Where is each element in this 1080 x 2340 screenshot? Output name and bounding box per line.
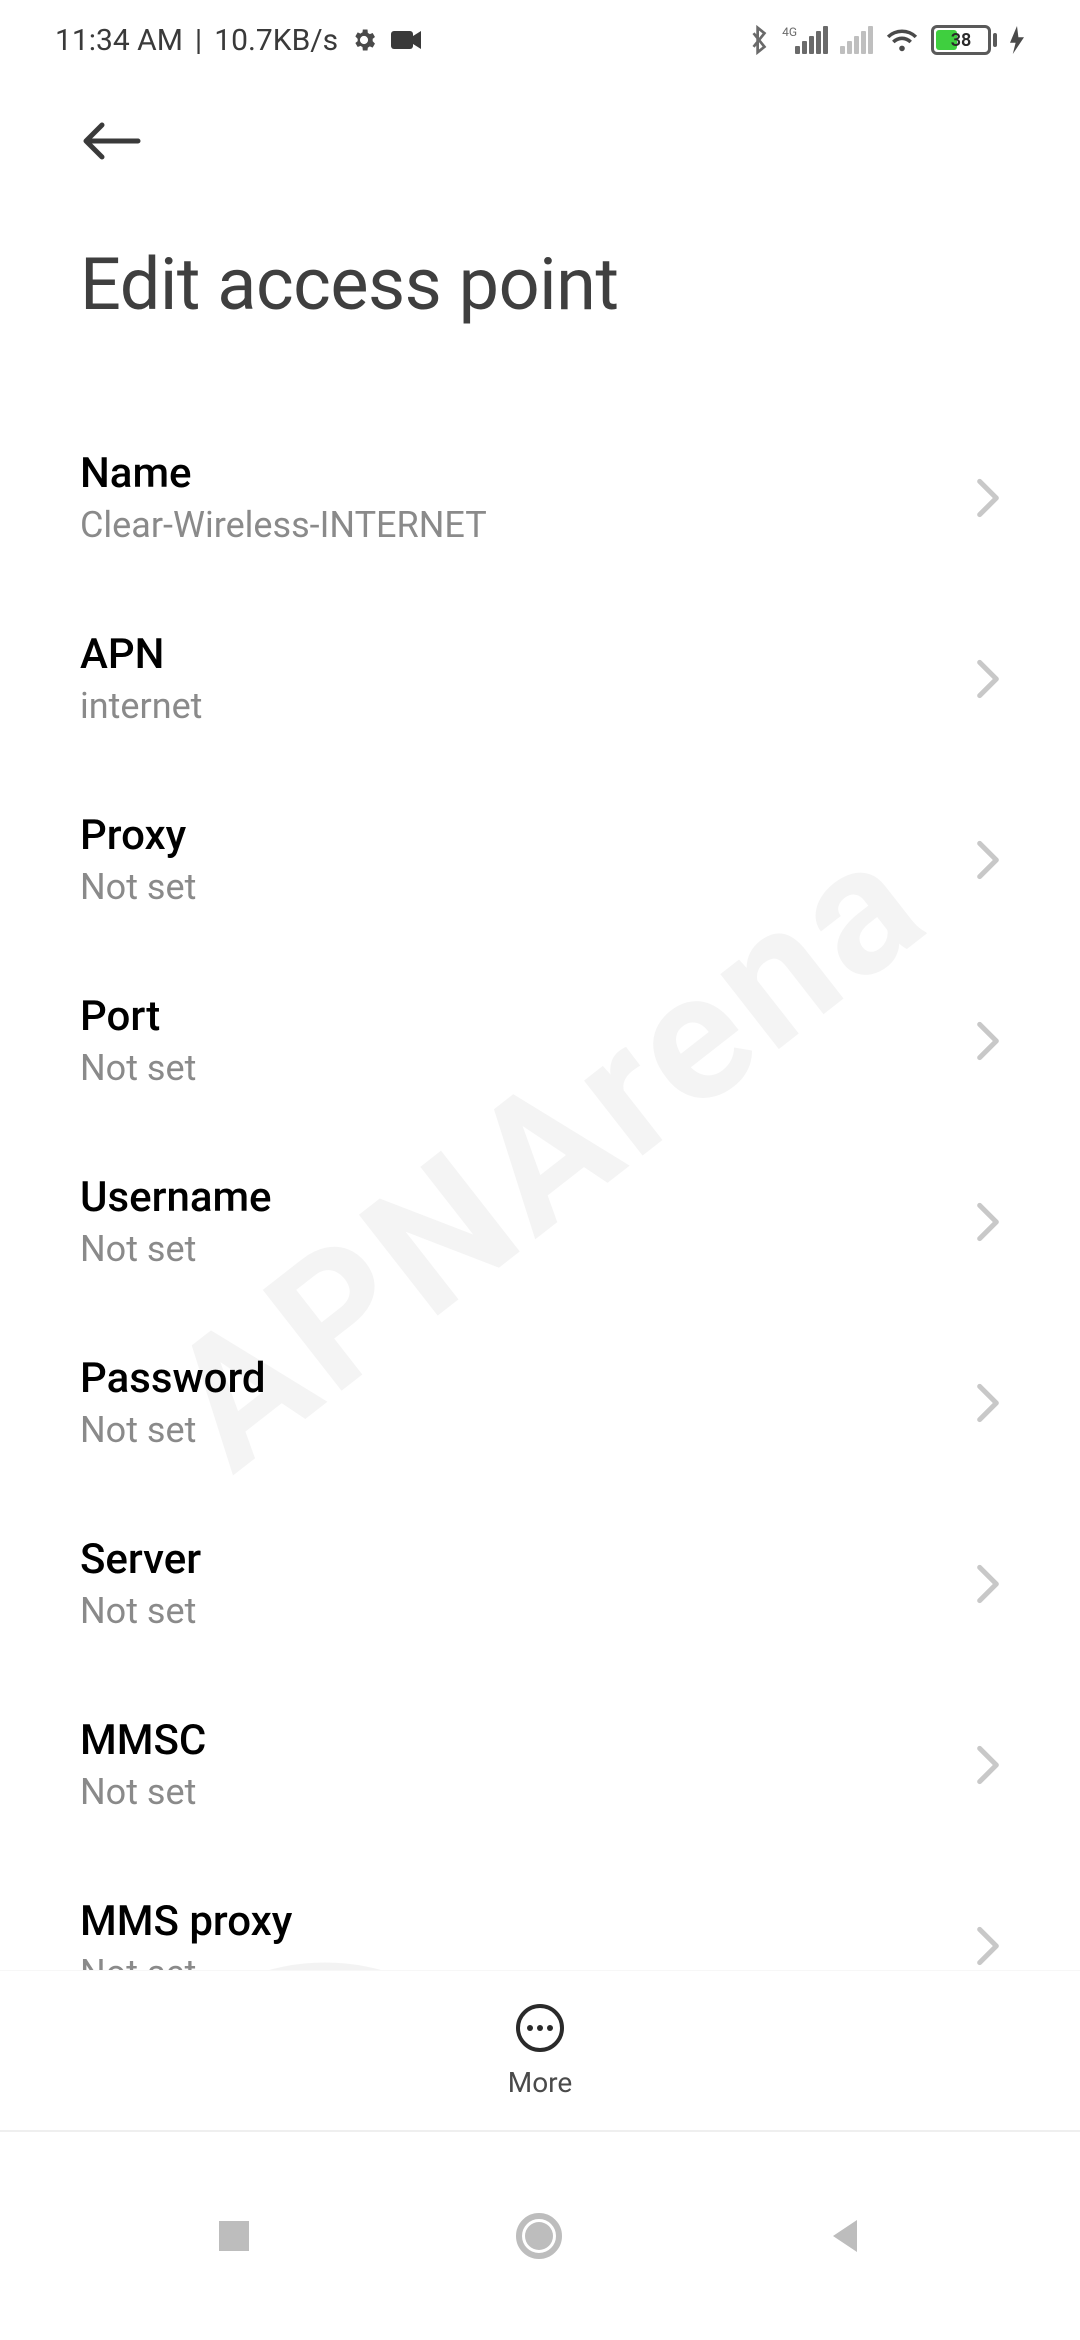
more-button[interactable]: More [508,2002,573,2099]
bottom-toolbar: More [0,1970,1080,2130]
setting-value: Not set [80,1771,206,1813]
setting-label: Name [80,449,487,498]
chevron-right-icon [976,1021,1000,1061]
setting-row-mmsc[interactable]: MMSC Not set [0,1674,1080,1855]
chevron-right-icon [976,1383,1000,1423]
chevron-right-icon [976,840,1000,880]
square-icon [215,2217,253,2255]
setting-value: Not set [80,866,196,908]
back-button[interactable] [80,120,142,162]
setting-label: Port [80,992,196,1041]
gear-icon [350,26,378,54]
circle-icon [513,2210,565,2262]
battery-icon: 38 [931,25,997,55]
chevron-right-icon [976,659,1000,699]
chevron-right-icon [976,1745,1000,1785]
status-speed: 10.7KB/s [214,23,338,58]
chevron-right-icon [976,478,1000,518]
camera-icon [390,28,422,52]
setting-row-server[interactable]: Server Not set [0,1493,1080,1674]
triangle-left-icon [825,2216,865,2256]
status-time: 11:34 AM [55,23,183,58]
nav-back-button[interactable] [825,2216,865,2256]
chevron-right-icon [976,1202,1000,1242]
status-bar: 11:34 AM | 10.7KB/s 4G 38 [0,0,1080,80]
setting-label: MMSC [80,1716,206,1765]
signal-4g-icon: 4G [782,26,828,54]
header: Edit access point [0,80,1080,347]
navigation-bar [0,2130,1080,2340]
wifi-icon [885,26,919,54]
setting-row-port[interactable]: Port Not set [0,950,1080,1131]
setting-label: MMS proxy [80,1897,292,1946]
setting-label: Proxy [80,811,196,860]
page-title: Edit access point [80,242,1000,327]
bluetooth-icon [748,25,770,55]
setting-label: Password [80,1354,266,1403]
more-icon [514,2002,566,2058]
charging-icon [1009,26,1025,54]
setting-label: Server [80,1535,201,1584]
setting-row-username[interactable]: Username Not set [0,1131,1080,1312]
setting-value: Not set [80,1047,196,1089]
signal-sim2-icon [840,26,873,54]
status-separator: | [195,23,202,58]
setting-value: Not set [80,1228,272,1270]
nav-recent-button[interactable] [215,2217,253,2255]
nav-home-button[interactable] [513,2210,565,2262]
chevron-right-icon [976,1926,1000,1966]
setting-row-apn[interactable]: APN internet [0,588,1080,769]
setting-value: Not set [80,1590,201,1632]
setting-label: Username [80,1173,272,1222]
setting-value: Clear-Wireless-INTERNET [80,504,487,546]
setting-row-password[interactable]: Password Not set [0,1312,1080,1493]
setting-row-name[interactable]: Name Clear-Wireless-INTERNET [0,407,1080,588]
setting-value: internet [80,685,202,727]
setting-label: APN [80,630,202,679]
chevron-right-icon [976,1564,1000,1604]
arrow-left-icon [80,120,142,162]
settings-list: APNArena Name Clear-Wireless-INTERNET AP… [0,347,1080,2217]
setting-value: Not set [80,1409,266,1451]
setting-row-proxy[interactable]: Proxy Not set [0,769,1080,950]
status-left: 11:34 AM | 10.7KB/s [55,23,422,58]
more-label: More [508,2066,573,2099]
status-right: 4G 38 [748,25,1025,55]
